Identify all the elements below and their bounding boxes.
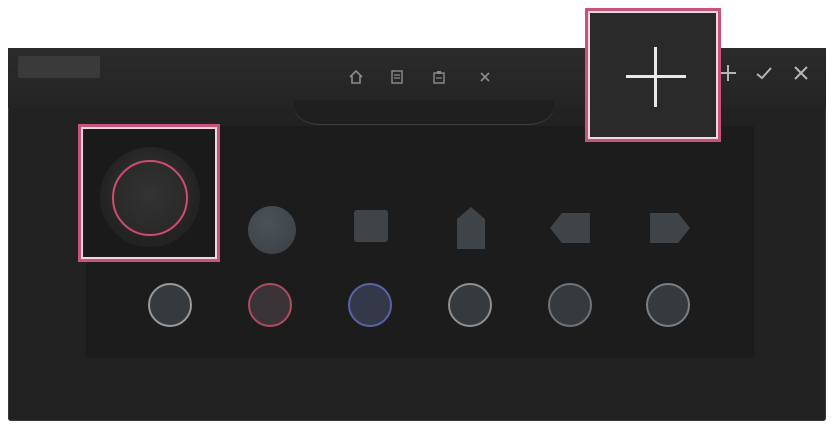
toolbar-panel <box>294 100 554 124</box>
pentagon-shape[interactable] <box>455 205 487 251</box>
home-icon[interactable] <box>345 68 367 90</box>
app-logo <box>18 56 100 78</box>
arrow-left-shape[interactable] <box>548 211 592 245</box>
clipboard-icon[interactable] <box>428 68 450 90</box>
arrow-right-shape[interactable] <box>648 211 692 245</box>
close-icon[interactable] <box>786 62 816 92</box>
square-shape[interactable] <box>354 210 388 242</box>
swatch-red[interactable] <box>248 283 292 327</box>
swatch-dark[interactable] <box>548 283 592 327</box>
highlight-frame-add-button <box>585 8 721 142</box>
swatch-dark-2[interactable] <box>646 283 690 327</box>
highlight-frame-selected-shape <box>78 124 220 262</box>
document-icon[interactable] <box>386 68 408 90</box>
swatch-blue[interactable] <box>348 283 392 327</box>
close-icon[interactable] <box>474 68 496 90</box>
swatch-gray-2[interactable] <box>448 283 492 327</box>
check-icon[interactable] <box>749 62 779 92</box>
swatch-gray[interactable] <box>148 283 192 327</box>
circle-shape[interactable] <box>248 206 296 254</box>
